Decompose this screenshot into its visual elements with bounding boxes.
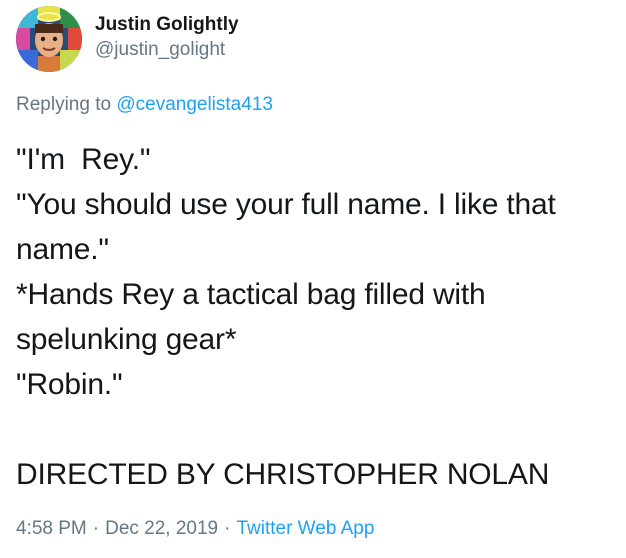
tweet-header: Justin Golightly @justin_golight [16,6,239,72]
author-names: Justin Golightly @justin_golight [95,13,239,62]
tweet-date[interactable]: Dec 22, 2019 [105,518,218,539]
tweet-source-link[interactable]: Twitter Web App [236,518,374,539]
tweet-text: "I'm Rey." "You should use your full nam… [16,137,616,497]
replying-to: Replying to @cevangelista413 [16,93,273,117]
tweet-time[interactable]: 4:58 PM [16,518,87,539]
replying-to-label: Replying to [16,94,117,115]
tweet-card: Justin Golightly @justin_golight Replyin… [0,0,626,558]
author-display-name[interactable]: Justin Golightly [95,13,239,37]
tweet-text-line: spelunking gear* [16,323,237,356]
meta-separator: · [92,518,100,539]
meta-separator: · [224,518,231,539]
profile-photo-icon [16,6,82,72]
author-handle[interactable]: @justin_golight [95,38,239,62]
tweet-text-line: "You should use your full name. I like t… [16,188,556,221]
tweet-text-line: "Robin." [16,368,123,401]
tweet-text-line: "I'm Rey." [16,143,151,176]
avatar[interactable] [16,6,82,72]
tweet-text-line: *Hands Rey a tactical bag filled with [16,278,486,311]
tweet-text-line: DIRECTED BY CHRISTOPHER NOLAN [16,458,550,491]
reply-handle-link[interactable]: @cevangelista413 [116,94,273,115]
tweet-meta: 4:58 PM · Dec 22, 2019 · Twitter Web App [16,517,374,541]
tweet-text-line: name." [16,233,109,266]
